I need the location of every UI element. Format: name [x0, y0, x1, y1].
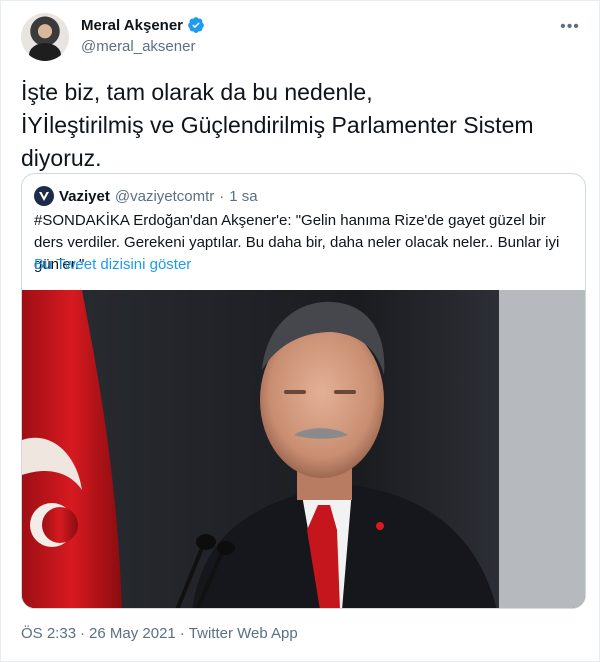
tweet-time[interactable]: ÖS 2:33	[21, 625, 76, 642]
tweet-header: Meral Akşener @meral_aksener •••	[21, 13, 586, 63]
tweet-line: İYİleştirilmiş ve Güçlendirilmiş Parlame…	[21, 112, 534, 138]
show-thread-link[interactable]: Bu Tweet dizisini göster	[34, 256, 191, 273]
quoted-author-handle[interactable]: @vaziyetcomtr	[115, 188, 214, 205]
more-options-icon[interactable]: •••	[558, 15, 582, 39]
author-avatar[interactable]	[21, 13, 69, 61]
tweet-line: diyoruz.	[21, 145, 102, 171]
tweet-text: İşte biz, tam olarak da bu nedenle, İYİl…	[21, 76, 581, 175]
quoted-tweet[interactable]: Vaziyet @vaziyetcomtr · 1 sa #SONDAKİKA …	[21, 173, 586, 609]
tweet-card: Meral Akşener @meral_aksener ••• İşte bi…	[0, 0, 600, 662]
tweet-source[interactable]: Twitter Web App	[189, 625, 298, 642]
quoted-avatar[interactable]	[34, 186, 54, 206]
tweet-date[interactable]: 26 May 2021	[89, 625, 176, 642]
separator-dot: ·	[179, 625, 185, 642]
tweet-meta: ÖS 2:33 · 26 May 2021 · Twitter Web App	[21, 625, 298, 642]
separator-dot: ·	[80, 625, 86, 642]
author-name[interactable]: Meral Akşener	[81, 17, 183, 34]
author-handle[interactable]: @meral_aksener	[81, 38, 195, 55]
portrait-image	[22, 290, 585, 608]
vaziyet-logo-icon	[39, 192, 49, 201]
quoted-photo[interactable]	[22, 290, 585, 608]
tweet-line: İşte biz, tam olarak da bu nedenle,	[21, 79, 373, 105]
separator-dot: ·	[219, 187, 225, 205]
quoted-timestamp[interactable]: 1 sa	[229, 188, 257, 205]
verified-badge-icon	[188, 17, 204, 33]
quoted-author-name[interactable]: Vaziyet	[59, 188, 110, 205]
author-name-row: Meral Akşener	[81, 16, 205, 34]
quoted-header: Vaziyet @vaziyetcomtr · 1 sa	[34, 186, 258, 206]
